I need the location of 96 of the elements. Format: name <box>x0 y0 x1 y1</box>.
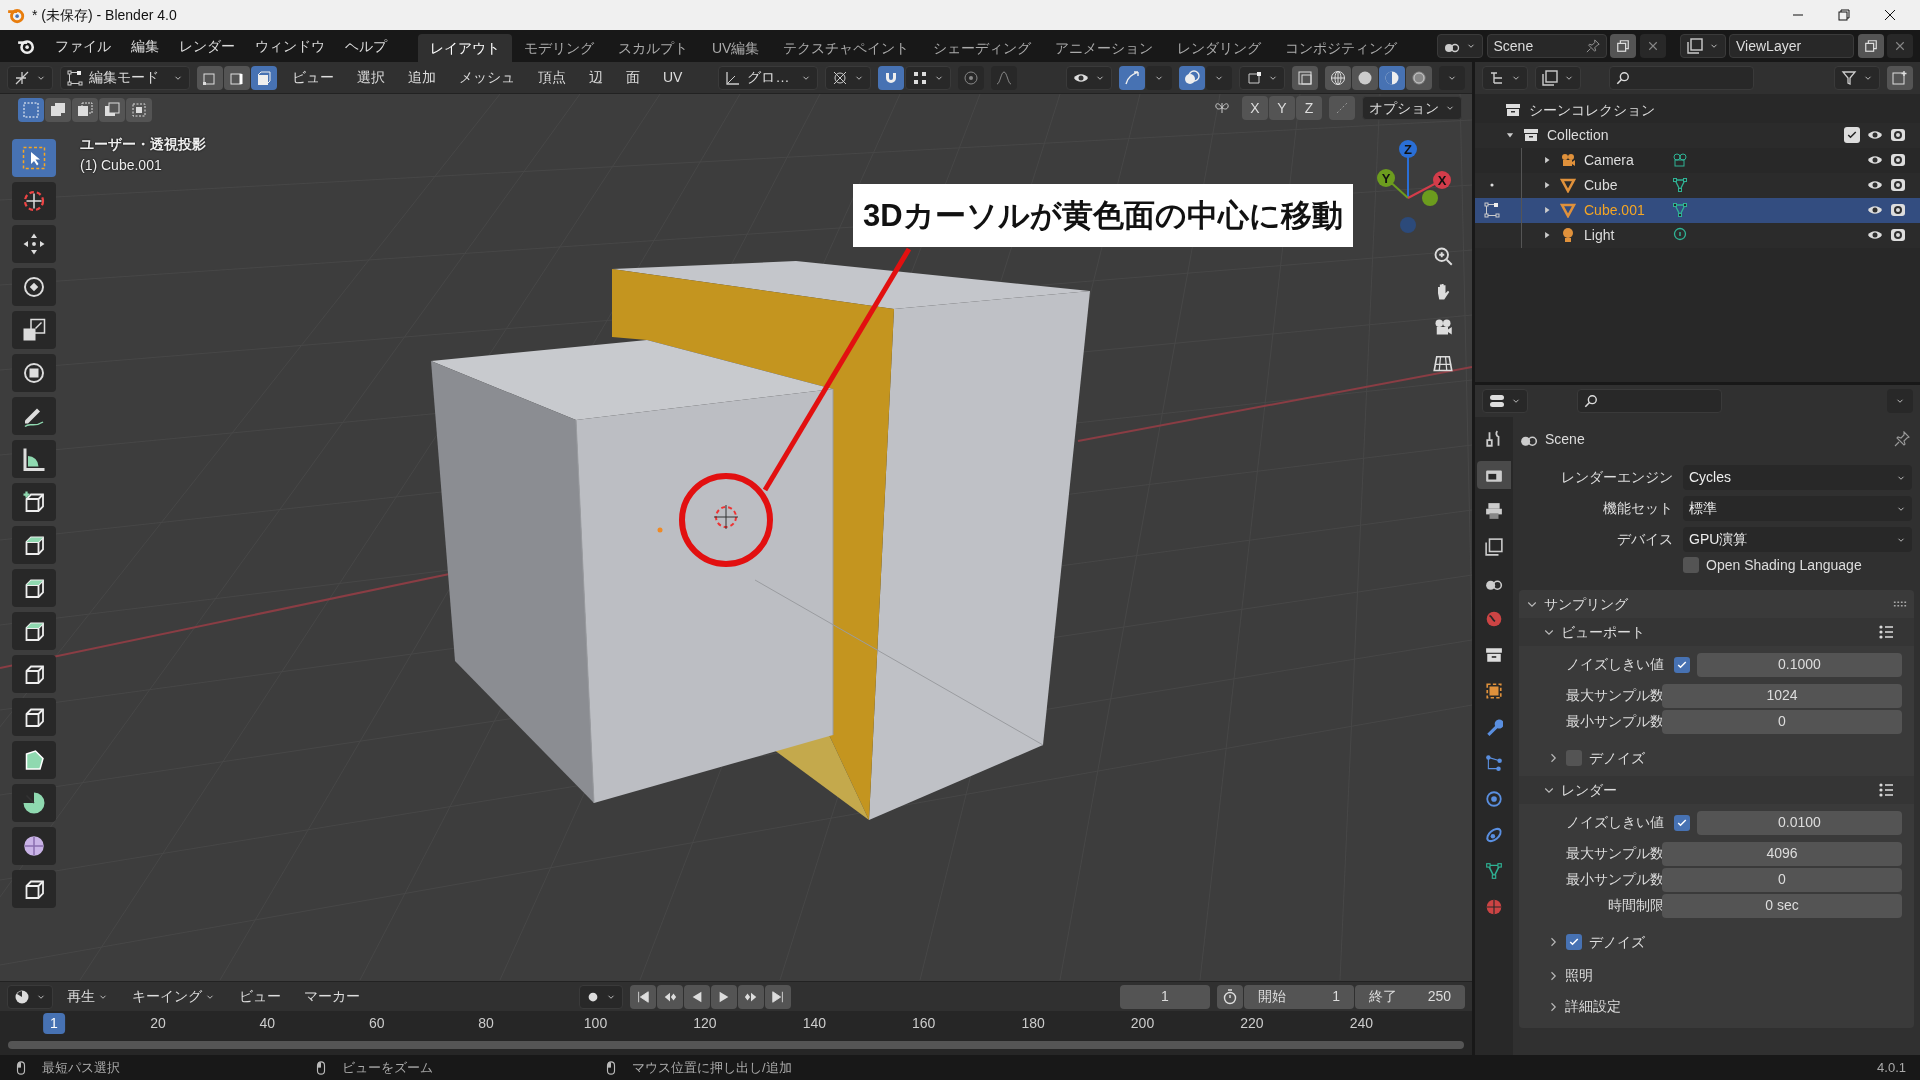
number-field[interactable]: 0.0100 <box>1697 810 1902 835</box>
checkbox-label: Open Shading Language <box>1706 555 1862 575</box>
field-label: 時間制限 <box>1607 896 1665 915</box>
frame-number: 160 <box>912 1014 936 1033</box>
number-field[interactable]: 0 sec <box>1662 893 1902 918</box>
axis-toggle[interactable]: X <box>1242 96 1268 120</box>
workspace-tab[interactable]: テクスチャペイント <box>771 34 922 62</box>
frame-number: 40 <box>259 1014 276 1033</box>
orientation-dropdown[interactable]: グロ… <box>718 65 819 90</box>
workspace-tab[interactable]: アニメーション <box>1043 34 1166 62</box>
dropdown[interactable]: GPU演算 <box>1683 527 1912 552</box>
frame-number: 140 <box>802 1014 826 1033</box>
tree-item[interactable]: Cube.001 <box>1584 199 1664 221</box>
scene-field[interactable]: Scene <box>1486 34 1607 58</box>
menu-item[interactable]: ファイル <box>45 33 121 59</box>
panel-title[interactable]: 照明 <box>1565 965 1593 986</box>
tree-item[interactable]: Camera <box>1584 149 1664 171</box>
object-name: (1) Cube.001 <box>80 156 163 175</box>
panel-title[interactable]: レンダー <box>1561 779 1617 801</box>
mode-dropdown[interactable]: 編集モード <box>60 65 190 90</box>
number-field[interactable]: 0 <box>1662 867 1902 892</box>
workspace-tab[interactable]: シェーディング <box>921 34 1044 62</box>
frame-number: 200 <box>1130 1014 1155 1033</box>
view-name: ユーザー・透視投影 <box>80 135 206 154</box>
number-field[interactable]: 4096 <box>1662 841 1902 866</box>
field-label: 最大サンプル数 <box>1565 844 1665 863</box>
view-layer-field[interactable]: ViewLayer <box>1729 34 1854 58</box>
frame-number: 20 <box>150 1014 166 1033</box>
panel-title[interactable]: 詳細設定 <box>1565 996 1621 1017</box>
menu-item[interactable]: 追加 <box>400 65 444 90</box>
current-frame-field[interactable]: 1 <box>1120 984 1210 1009</box>
status-hint: マウス位置に押し出し/追加 <box>632 1058 792 1077</box>
dropdown[interactable]: Cycles <box>1683 465 1912 490</box>
menu-item[interactable]: 編集 <box>121 33 169 59</box>
field-label: 最小サンプル数 <box>1565 870 1665 889</box>
menu-item[interactable]: UV <box>655 65 691 90</box>
menu-item[interactable]: メッシュ <box>451 65 523 90</box>
field-label: 最小サンプル数 <box>1565 712 1665 731</box>
number-field[interactable]: 1024 <box>1662 683 1902 708</box>
window-title: * (未保存) - Blender 4.0 <box>32 5 177 25</box>
menu-item[interactable]: ウィンドウ <box>245 33 335 59</box>
field-label: ノイズしきい値 <box>1565 655 1665 674</box>
panel-title[interactable]: デノイズ <box>1589 931 1645 953</box>
workspace-tab[interactable]: コンポジティング <box>1273 34 1410 62</box>
workspace-tab[interactable]: スカルプト <box>606 34 700 62</box>
frame-number: 100 <box>583 1014 608 1033</box>
menu-dropdown[interactable]: 再生 <box>56 984 118 1009</box>
end-frame-field[interactable]: 終了 250 <box>1355 984 1465 1009</box>
options-dropdown[interactable]: オプション <box>1362 96 1462 120</box>
panel-title[interactable]: ビューポート <box>1561 621 1645 643</box>
field-label: ノイズしきい値 <box>1565 813 1665 832</box>
frame-number: 80 <box>478 1014 494 1033</box>
menu-dropdown[interactable]: キーイング <box>121 984 225 1009</box>
menu-item[interactable]: ビュー <box>228 984 291 1009</box>
start-frame-field[interactable]: 開始 1 <box>1244 984 1354 1009</box>
tree-item[interactable]: Cube <box>1584 174 1664 196</box>
menu-item[interactable]: 辺 <box>581 65 611 90</box>
workspace-tab[interactable]: モデリング <box>512 34 606 62</box>
status-hint: 最短パス選択 <box>42 1058 120 1077</box>
frame-number: 240 <box>1349 1014 1373 1033</box>
tree-item[interactable]: シーンコレクション <box>1529 99 1655 121</box>
dropdown[interactable]: 標準 <box>1683 496 1912 521</box>
field-label: 最大サンプル数 <box>1565 686 1665 705</box>
frame-number: 220 <box>1240 1014 1264 1033</box>
panel-title[interactable]: サンプリング <box>1544 593 1628 615</box>
field-label: デバイス <box>1616 530 1674 549</box>
playhead[interactable]: 1 <box>43 1013 65 1034</box>
number-field[interactable]: 0.1000 <box>1697 652 1902 677</box>
axis-label: Z <box>1404 142 1412 157</box>
menu-item[interactable]: マーカー <box>294 984 370 1009</box>
panel-title[interactable]: デノイズ <box>1589 747 1645 769</box>
menu-item[interactable]: 頂点 <box>530 65 574 90</box>
context-label: Scene <box>1545 429 1585 449</box>
menu-item[interactable]: 選択 <box>349 65 393 90</box>
field-label: 機能セット <box>1602 499 1674 518</box>
menu-item[interactable]: ヘルプ <box>335 33 397 59</box>
callout-text: 3Dカーソルが黄色面の中心に移動 <box>853 184 1353 247</box>
frame-number: 60 <box>368 1014 385 1033</box>
tree-item[interactable]: Light <box>1584 224 1664 246</box>
tree-item[interactable]: Collection <box>1547 124 1609 146</box>
number-field[interactable]: 0 <box>1662 709 1902 734</box>
menu-item[interactable]: ビュー <box>284 65 342 90</box>
axis-label: Y <box>1381 171 1391 186</box>
menu-item[interactable]: 面 <box>618 65 648 90</box>
axis-toggle[interactable]: Z <box>1296 96 1322 120</box>
frame-number: 180 <box>1021 1014 1045 1033</box>
frame-number: 120 <box>693 1014 717 1033</box>
status-hint: ビューをズーム <box>342 1058 433 1077</box>
axis-label: X <box>1437 173 1447 188</box>
workspace-tab[interactable]: レンダリング <box>1165 34 1274 62</box>
field-label: レンダーエンジン <box>1560 468 1674 487</box>
version-label: 4.0.1 <box>1877 1058 1906 1077</box>
workspace-tab[interactable]: レイアウト <box>418 34 512 62</box>
workspace-tab[interactable]: UV編集 <box>700 34 772 62</box>
axis-toggle[interactable]: Y <box>1269 96 1295 120</box>
menu-item[interactable]: レンダー <box>169 33 245 59</box>
